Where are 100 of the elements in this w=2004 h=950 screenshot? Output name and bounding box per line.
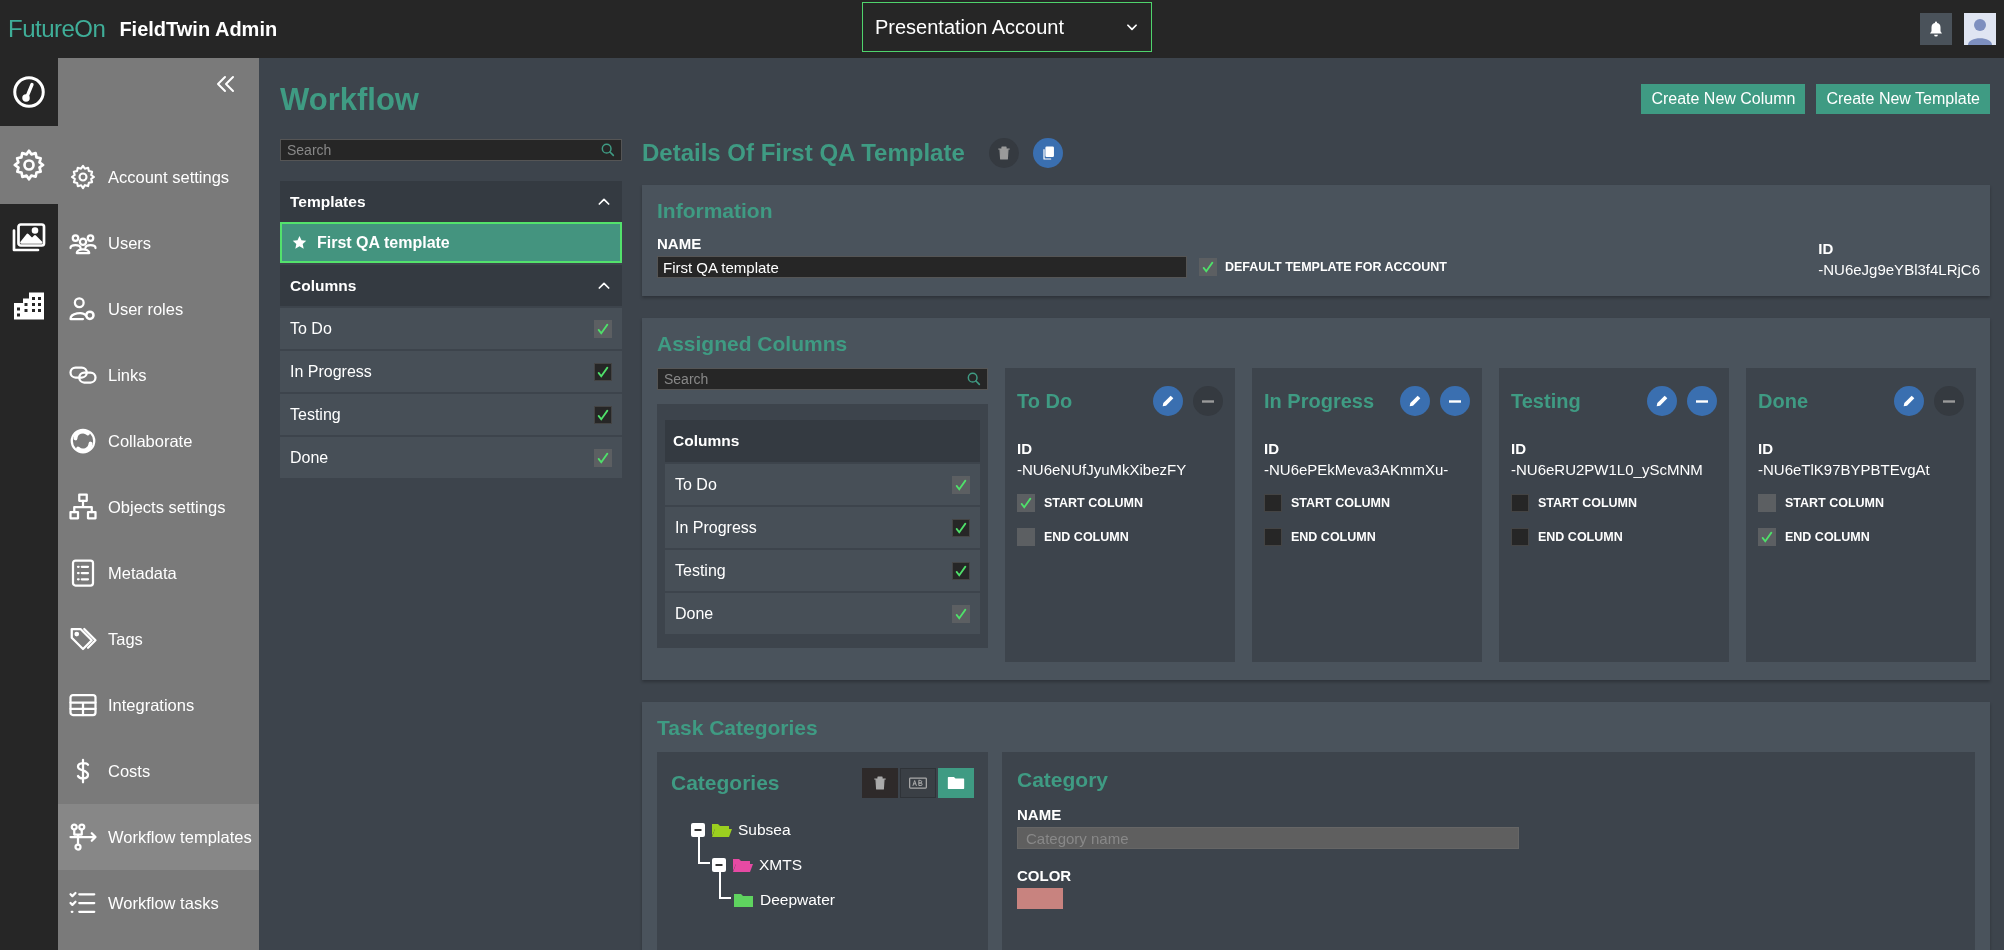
sidebar-item[interactable]: Workflow tasks bbox=[58, 870, 259, 936]
checkbox-label: START COLUMN bbox=[1538, 496, 1638, 510]
column-name: In Progress bbox=[675, 518, 757, 537]
id-value: -NU6eTlK97BYPBTEvgAt bbox=[1758, 461, 1931, 478]
sidebar-item[interactable]: Costs bbox=[58, 738, 259, 804]
delete-tool-button[interactable] bbox=[862, 768, 898, 798]
checkbox[interactable] bbox=[1511, 494, 1529, 512]
panel-title: Category bbox=[1017, 768, 1110, 792]
details-title: Details Of First QA Template bbox=[642, 139, 965, 167]
checkbox-label: END COLUMN bbox=[1538, 530, 1623, 544]
checkbox-label: START COLUMN bbox=[1785, 496, 1885, 510]
pencil-icon bbox=[1654, 393, 1670, 409]
checkbox[interactable] bbox=[594, 405, 612, 424]
create-button[interactable]: Create New Column bbox=[1641, 84, 1806, 114]
search-icon bbox=[600, 142, 616, 158]
page-title: Workflow bbox=[280, 82, 419, 118]
duplicate-button[interactable] bbox=[1032, 138, 1063, 168]
minus-icon bbox=[1202, 399, 1214, 403]
checkbox[interactable] bbox=[1264, 494, 1282, 512]
checkbox[interactable] bbox=[594, 362, 612, 381]
section-header[interactable]: Columns bbox=[280, 265, 622, 306]
column-title: In Progress bbox=[1264, 389, 1375, 413]
rename-tool-button[interactable] bbox=[900, 768, 936, 798]
section-title: Assigned Columns bbox=[657, 332, 849, 356]
tree-item[interactable]: XMTS bbox=[759, 855, 803, 874]
field-label: ID bbox=[1017, 440, 1033, 457]
delete-button[interactable] bbox=[988, 138, 1019, 168]
field-label: ID bbox=[1818, 240, 1835, 257]
sidebar-item[interactable]: Objects settings bbox=[58, 474, 259, 540]
pencil-icon bbox=[1901, 393, 1917, 409]
column-name: To Do bbox=[675, 475, 717, 494]
id-value: -NU6ePEkMeva3AKmmXu- bbox=[1264, 461, 1450, 478]
section-header[interactable]: Templates bbox=[280, 181, 622, 222]
field-label: ID bbox=[1758, 440, 1774, 457]
sidebar-item[interactable]: Links bbox=[58, 342, 259, 408]
sidebar-item[interactable]: Metadata bbox=[58, 540, 259, 606]
field-label: NAME bbox=[657, 235, 703, 252]
search-icon bbox=[966, 371, 982, 387]
checkbox[interactable] bbox=[952, 518, 970, 537]
edit-button[interactable] bbox=[1153, 386, 1183, 416]
sync-icon bbox=[68, 426, 98, 456]
gauge-icon bbox=[11, 74, 47, 110]
tree-item[interactable]: Subsea bbox=[738, 820, 791, 839]
remove-button[interactable] bbox=[1687, 386, 1717, 416]
edit-button[interactable] bbox=[1400, 386, 1430, 416]
column-title: Done bbox=[1758, 389, 1808, 413]
column-title: Testing bbox=[1511, 389, 1581, 413]
panel-title: Categories bbox=[671, 771, 780, 795]
sidebar-item[interactable]: Account settings bbox=[58, 144, 259, 210]
collapse-icon[interactable] bbox=[712, 857, 726, 872]
connector-line bbox=[698, 837, 710, 864]
edit-button[interactable] bbox=[1894, 386, 1924, 416]
name-field[interactable]: First QA template bbox=[657, 256, 1187, 278]
sidebar-item[interactable]: User roles bbox=[58, 276, 259, 342]
sidebar-item[interactable]: Collaborate bbox=[58, 408, 259, 474]
id-value: -NU6eRU2PW1L0_yScMNM bbox=[1511, 461, 1704, 478]
checkbox[interactable] bbox=[1511, 528, 1529, 546]
account-dropdown[interactable]: Presentation Account bbox=[862, 2, 1152, 52]
gear-icon bbox=[68, 163, 98, 191]
workflow-icon bbox=[68, 822, 98, 852]
tree-item[interactable]: Deepwater bbox=[760, 890, 835, 909]
checkbox[interactable] bbox=[1264, 528, 1282, 546]
field-label: COLOR bbox=[1017, 867, 1073, 884]
sidebar-item[interactable]: Integrations bbox=[58, 672, 259, 738]
template-item[interactable]: First QA template bbox=[280, 222, 622, 263]
settings-icon bbox=[11, 147, 47, 183]
list-header: Columns bbox=[665, 420, 980, 462]
search-field[interactable]: Search bbox=[657, 368, 988, 390]
collapse-icon[interactable] bbox=[691, 822, 705, 837]
sitemap-icon bbox=[68, 492, 98, 522]
column-name: Testing bbox=[290, 405, 341, 424]
color-swatch[interactable] bbox=[1017, 888, 1063, 909]
section-title: Task Categories bbox=[657, 716, 819, 740]
app-title: FieldTwin Admin bbox=[119, 17, 278, 41]
checkbox-label: START COLUMN bbox=[1044, 496, 1144, 510]
sidebar-item[interactable]: Workflow templates bbox=[58, 804, 259, 870]
column-name: Testing bbox=[675, 561, 726, 580]
sidebar-item[interactable]: Tags bbox=[58, 606, 259, 672]
create-button[interactable]: Create New Template bbox=[1816, 84, 1990, 114]
column-name: Done bbox=[675, 604, 714, 623]
id-value: -NU6eJg9eYBl3f4LRjC6 bbox=[1818, 261, 1980, 278]
pencil-icon bbox=[1160, 393, 1176, 409]
minus-icon bbox=[1943, 399, 1955, 403]
trash-icon bbox=[872, 775, 888, 791]
notifications-button[interactable] bbox=[1920, 13, 1952, 45]
edit-button[interactable] bbox=[1647, 386, 1677, 416]
column-name: To Do bbox=[290, 319, 332, 338]
pencil-icon bbox=[1407, 393, 1423, 409]
section-title: Information bbox=[657, 199, 774, 223]
checkbox-label: START COLUMN bbox=[1291, 496, 1391, 510]
remove-button[interactable] bbox=[1440, 386, 1470, 416]
search-field[interactable]: Search bbox=[280, 139, 622, 161]
minus-icon bbox=[1449, 399, 1461, 403]
sidebar-item[interactable]: Users bbox=[58, 210, 259, 276]
bell-icon bbox=[1927, 20, 1945, 38]
checkbox[interactable] bbox=[952, 561, 970, 580]
brand-logo: FutureOn bbox=[8, 15, 106, 43]
avatar[interactable] bbox=[1964, 13, 1996, 45]
folder-tool-button[interactable] bbox=[938, 768, 974, 798]
checkbox-label: END COLUMN bbox=[1044, 530, 1129, 544]
